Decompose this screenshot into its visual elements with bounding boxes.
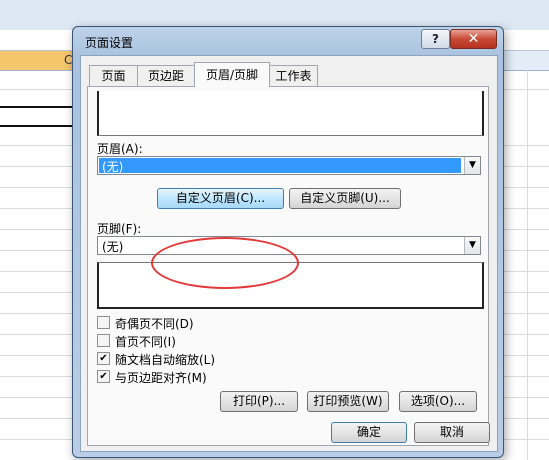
dialog-body: 页面 页边距 页眉/页脚 工作表 页眉(A): (无) ▼ 自定义页眉(C)..… [80, 55, 498, 452]
print-preview-button[interactable]: 打印预览(W) [307, 391, 389, 412]
tab-margins[interactable]: 页边距 [137, 65, 195, 86]
checkmark-icon[interactable]: ✔ [97, 352, 110, 365]
close-button[interactable]: ✕ [450, 29, 497, 49]
checkbox-box[interactable] [97, 316, 110, 329]
checkmark-icon[interactable]: ✔ [97, 370, 110, 383]
header-select[interactable]: (无) ▼ [97, 156, 481, 175]
page-setup-dialog: 页面设置 ? ✕ 页面 页边距 页眉/页脚 工作表 页眉(A): (无) ▼ 自… [72, 26, 504, 458]
chevron-down-icon[interactable]: ▼ [464, 157, 480, 174]
checkbox-box[interactable] [97, 334, 110, 347]
print-button[interactable]: 打印(P)... [220, 391, 298, 412]
header-footer-panel: 页眉(A): (无) ▼ 自定义页眉(C)... 自定义页脚(U)... 页脚(… [87, 86, 489, 446]
custom-footer-button[interactable]: 自定义页脚(U)... [289, 188, 401, 209]
checkbox-label: 随文档自动缩放(L) [115, 353, 216, 367]
options-button[interactable]: 选项(O)... [399, 391, 477, 412]
help-button[interactable]: ? [421, 29, 450, 49]
tab-page[interactable]: 页面 [89, 65, 138, 86]
dialog-title: 页面设置 [85, 36, 134, 50]
header-label: 页眉(A): [97, 142, 143, 156]
checkbox-label: 首页不同(I) [115, 335, 176, 349]
cancel-button[interactable]: 取消 [414, 422, 490, 443]
footer-select-value: (无) [102, 240, 124, 254]
tab-header-footer[interactable]: 页眉/页脚 [194, 62, 270, 87]
cell-border-line [0, 106, 80, 108]
checkbox-label: 与页边距对齐(M) [115, 371, 207, 385]
checkbox-label: 奇偶页不同(D) [115, 317, 194, 331]
cell-border-line [0, 125, 80, 127]
footer-select[interactable]: (无) ▼ [97, 236, 481, 255]
grid-column-line [527, 70, 528, 460]
header-preview [97, 91, 484, 136]
header-select-value: (无) [102, 160, 124, 174]
custom-header-button[interactable]: 自定义页眉(C)... [157, 188, 284, 209]
tab-sheet[interactable]: 工作表 [269, 65, 318, 86]
footer-label: 页脚(F): [97, 222, 142, 236]
header-select-highlight [99, 158, 461, 173]
footer-preview [97, 262, 484, 309]
ok-button[interactable]: 确定 [331, 422, 407, 443]
chevron-down-icon[interactable]: ▼ [464, 237, 480, 254]
